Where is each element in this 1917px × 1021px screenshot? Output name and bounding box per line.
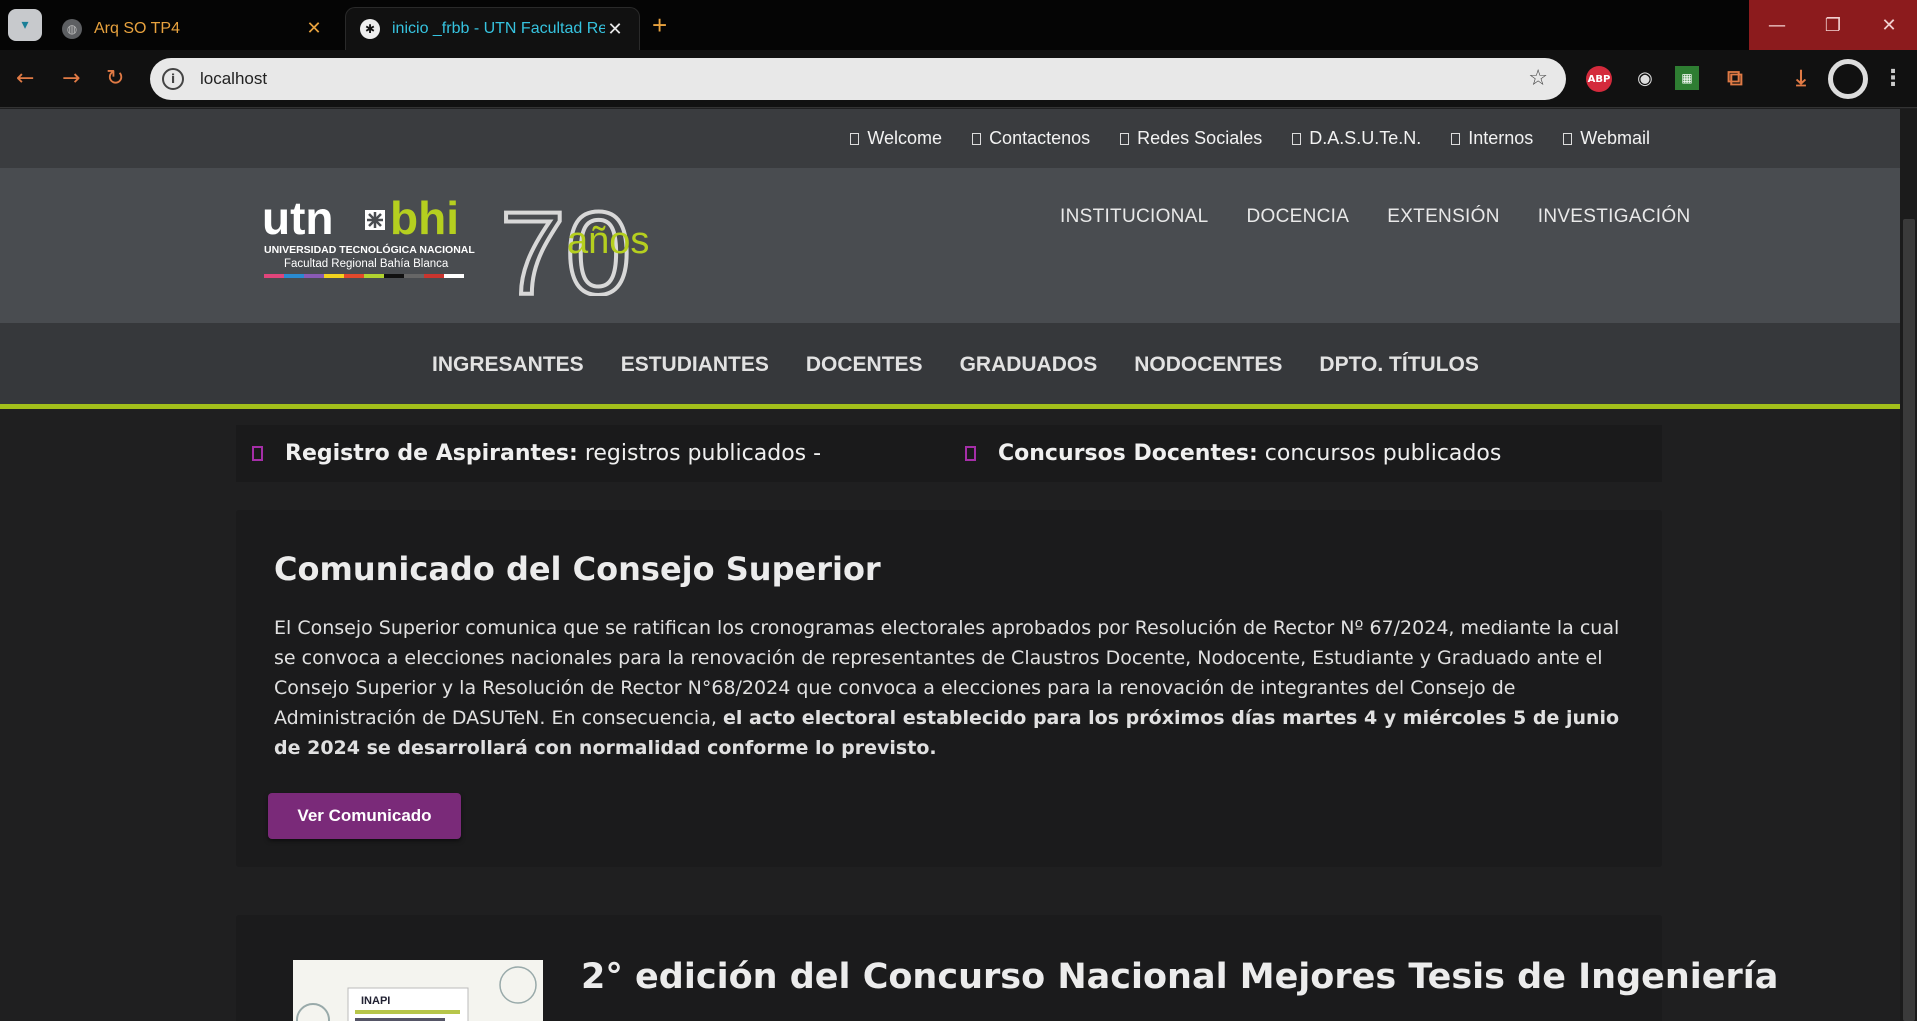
utility-link-welcome[interactable]: Welcome xyxy=(850,128,942,149)
browser-tab-utn[interactable]: ✱ inicio _frbb - UTN Facultad Regi ✕ xyxy=(345,7,640,50)
browser-menu-icon[interactable]: ⋮ xyxy=(1878,63,1908,93)
tab-search-dropdown-icon[interactable]: ▾ xyxy=(8,9,42,41)
nav-ingresantes[interactable]: INGRESANTES xyxy=(432,353,584,377)
logo-faculty-name: Facultad Regional Bahía Blanca xyxy=(284,258,449,270)
window-controls: — ❐ ✕ xyxy=(1749,0,1917,50)
main-nav: INSTITUCIONAL DOCENCIA EXTENSIÓN INVESTI… xyxy=(1060,206,1691,228)
nav-estudiantes[interactable]: ESTUDIANTES xyxy=(621,353,769,377)
restore-icon[interactable]: ❐ xyxy=(1805,0,1861,50)
announcement-body: El Consejo Superior comunica que se rati… xyxy=(274,617,1620,759)
nav-docencia[interactable]: DOCENCIA xyxy=(1247,206,1350,228)
nav-graduados[interactable]: GRADUADOS xyxy=(960,353,1098,377)
news-card: INAPI 2° edición del Concurso Nacional M… xyxy=(236,915,1778,1021)
utn-bhi-70-anos-logo[interactable]: utn bhi UNIVERSIDAD TECNOLÓGICA NACIONAL… xyxy=(262,196,667,296)
sheets-extension-icon[interactable]: ▦ xyxy=(1675,66,1699,90)
utility-link-dasuten[interactable]: D.A.S.U.Te.N. xyxy=(1292,128,1421,149)
nav-investigacion[interactable]: INVESTIGACIÓN xyxy=(1538,206,1691,228)
page-scrollbar-thumb[interactable] xyxy=(1903,219,1915,1021)
extensions-puzzle-icon[interactable]: ⧉ xyxy=(1720,63,1750,93)
browser-toolbar: ← → ↻ i localhost ☆ ABP ◉ ▦ ⧉ ⤓ ⋮ xyxy=(0,50,1917,108)
news-thumbnail-art: INAPI xyxy=(296,966,537,1021)
nav-docentes[interactable]: DOCENTES xyxy=(806,353,923,377)
minimize-icon[interactable]: — xyxy=(1749,0,1805,50)
nav-extension[interactable]: EXTENSIÓN xyxy=(1387,206,1500,228)
bookmark-star-icon[interactable]: ☆ xyxy=(1528,66,1548,91)
link-icon xyxy=(972,132,982,145)
logo-utn-text: utn xyxy=(262,196,334,244)
news-thumbnail-label: INAPI xyxy=(361,995,390,1007)
utility-link-webmail[interactable]: Webmail xyxy=(1563,128,1650,149)
bullet-icon xyxy=(252,446,263,461)
profile-avatar-icon[interactable] xyxy=(1828,59,1868,99)
browser-tabbar: ▾ ◍ Arq SO TP4 ✕ ✱ inicio _frbb - UTN Fa… xyxy=(0,0,1917,50)
tab-title: Arq SO TP4 xyxy=(94,19,180,37)
link-icon xyxy=(1120,132,1130,145)
audience-nav: INGRESANTES ESTUDIANTES DOCENTES GRADUAD… xyxy=(0,323,1900,409)
utility-link-internos[interactable]: Internos xyxy=(1451,128,1533,149)
browser-tab-arq-so[interactable]: ◍ Arq SO TP4 ✕ xyxy=(48,7,338,50)
new-tab-plus-icon[interactable]: + xyxy=(652,10,667,41)
web-page: Welcome Contactenos Redes Sociales D.A.S… xyxy=(0,109,1900,1021)
tab-title: inicio _frbb - UTN Facultad Regi xyxy=(392,20,605,37)
nav-institucional[interactable]: INSTITUCIONAL xyxy=(1060,206,1209,228)
site-header: utn bhi UNIVERSIDAD TECNOLÓGICA NACIONAL… xyxy=(0,168,1900,323)
utility-links: Welcome Contactenos Redes Sociales D.A.S… xyxy=(850,109,1650,168)
forward-arrow-icon[interactable]: → xyxy=(62,66,80,91)
window-close-icon[interactable]: ✕ xyxy=(1861,0,1917,50)
back-arrow-icon[interactable]: ← xyxy=(16,66,34,91)
address-bar-url[interactable]: localhost xyxy=(200,69,267,89)
close-icon[interactable]: ✕ xyxy=(304,18,324,39)
logo-bhi-text: bhi xyxy=(390,196,459,244)
utn-favicon-icon: ✱ xyxy=(360,19,380,39)
spy-extension-icon[interactable]: ◉ xyxy=(1630,63,1660,93)
utility-link-contactenos[interactable]: Contactenos xyxy=(972,128,1090,149)
address-bar[interactable]: i localhost ☆ xyxy=(150,58,1566,100)
globe-icon: ◍ xyxy=(62,18,82,39)
ticker-text: registros publicados - xyxy=(584,441,822,466)
news-thumbnail[interactable]: INAPI xyxy=(293,960,543,1021)
logo-anos-text: años xyxy=(567,220,649,262)
ticker-label: Registro de Aspirantes: xyxy=(285,441,578,466)
bullet-icon xyxy=(965,446,976,461)
nav-dpto-titulos[interactable]: DPTO. TÍTULOS xyxy=(1319,353,1478,377)
reload-icon[interactable]: ↻ xyxy=(106,66,124,91)
utility-bar: Welcome Contactenos Redes Sociales D.A.S… xyxy=(0,109,1900,168)
news-title[interactable]: 2° edición del Concurso Nacional Mejores… xyxy=(581,957,1778,997)
ticker-text: concursos publicados xyxy=(1264,441,1502,466)
link-icon xyxy=(1451,132,1461,145)
audience-nav-items: INGRESANTES ESTUDIANTES DOCENTES GRADUAD… xyxy=(432,353,1479,377)
link-icon xyxy=(1292,132,1302,145)
ticker-item-registro[interactable]: Registro de Aspirantes: registros public… xyxy=(252,441,821,466)
nav-nodocentes[interactable]: NODOCENTES xyxy=(1134,353,1282,377)
announcement-card: Comunicado del Consejo Superior El Conse… xyxy=(236,510,1662,867)
download-icon[interactable]: ⤓ xyxy=(1786,63,1816,93)
adblock-extension-icon[interactable]: ABP xyxy=(1586,66,1612,92)
logo-color-stripe xyxy=(264,274,464,278)
link-icon xyxy=(850,132,860,145)
ticker-item-concursos[interactable]: Concursos Docentes: concursos publicados xyxy=(965,441,1501,466)
close-icon[interactable]: ✕ xyxy=(605,19,625,40)
ticker-label: Concursos Docentes: xyxy=(998,441,1258,466)
utility-link-redes-sociales[interactable]: Redes Sociales xyxy=(1120,128,1262,149)
link-icon xyxy=(1563,132,1573,145)
announcement-title: Comunicado del Consejo Superior xyxy=(274,550,881,588)
logo-university-name: UNIVERSIDAD TECNOLÓGICA NACIONAL xyxy=(264,243,475,256)
ver-comunicado-button[interactable]: Ver Comunicado xyxy=(268,793,461,839)
notice-ticker: Registro de Aspirantes: registros public… xyxy=(236,425,1662,482)
site-info-icon[interactable]: i xyxy=(162,68,184,90)
